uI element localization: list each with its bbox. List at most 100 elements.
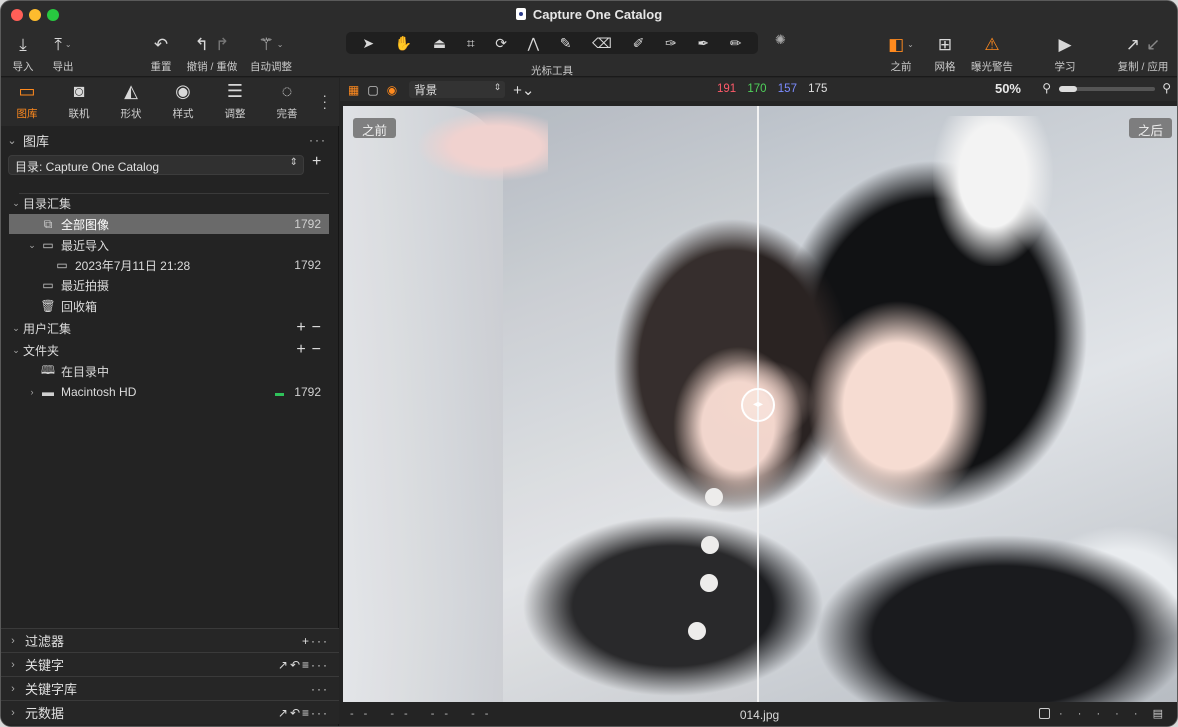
app-window: Capture One Catalog ⤓ 导入 ⤒ ⌄ 导出 ↶ 重置 ↰ ↱ 撤… (0, 0, 1178, 727)
grid-icon: ⊞ (937, 34, 953, 54)
palette-icon: ◉ (175, 81, 191, 101)
chevron-down-icon: ⌄ (907, 39, 914, 49)
camera-icon: ◙ (73, 81, 85, 101)
chevron-right-icon: › (11, 634, 15, 647)
more-options-icon[interactable]: ··· (309, 133, 327, 147)
chevron-down-icon: ⌄ (12, 322, 20, 333)
keyword-library-section[interactable]: › 关键字库 ··· (1, 676, 339, 700)
chevron-down-icon: ⌄ (12, 344, 20, 355)
book-icon: 🕮 (40, 362, 56, 377)
picker-icon[interactable]: ✑ (665, 36, 677, 50)
folder-icon: ▭ (18, 81, 36, 101)
chevron-down-icon: ⌄ (276, 39, 284, 49)
filters-section[interactable]: › 过滤器 +··· (1, 628, 339, 652)
eraser-icon[interactable]: ⌫ (592, 36, 612, 50)
user-collections-header[interactable]: ⌄ 用户汇集 +− (9, 318, 329, 338)
lens-icon: ◭ (124, 81, 138, 101)
cursor-tools-bar: ➤ ✋ ⏏ ⌗ ⟳ ⋀ ✎ ⌫ ✐ ✑ ✒ ✏ (346, 32, 758, 54)
all-images-item[interactable]: ⧉ 全部图像 1792 (9, 214, 329, 234)
trash-item[interactable]: 🗑 回收箱 (9, 296, 329, 316)
rotate-icon[interactable]: ⟳ (495, 36, 507, 50)
zoom-slider[interactable] (1059, 86, 1155, 92)
sliders-icon: ☰ (226, 81, 244, 101)
magic-wand-icon: ⚚ (258, 34, 274, 54)
tab-style[interactable]: ◉ 样式 (157, 82, 209, 121)
main-toolbar: ⤓ 导入 ⤒ ⌄ 导出 ↶ 重置 ↰ ↱ 撤销 / 重做 ⚚ ⌄ 自动调整 ➤ ✋ ⏏… (1, 29, 1177, 77)
chevron-right-icon: › (11, 706, 15, 719)
library-section-header[interactable]: ⌄ 图库 ··· (1, 129, 339, 151)
metadata-section[interactable]: › 元数据 ↗↶≡··· (1, 700, 339, 724)
folder-icon: ▭ (42, 278, 54, 292)
updown-chevron-icon: ⇕ (493, 82, 502, 92)
checkbox-icon[interactable] (1038, 708, 1050, 719)
add-remove-icons[interactable]: +− (296, 341, 327, 359)
folders-header[interactable]: ⌄ 文件夹 +− (9, 340, 329, 360)
in-catalog-item[interactable]: 🕮 在目录中 (9, 361, 329, 381)
before-tag: 之前 (353, 118, 397, 138)
image-viewer[interactable]: ◂▸ 之前 之后 (343, 106, 1177, 702)
macintosh-hd-item[interactable]: › ▬ Macintosh HD 1792 (9, 382, 329, 402)
zoom-level[interactable]: 50% (995, 81, 1021, 96)
single-view-icon[interactable]: ▢ (367, 83, 378, 97)
learn-button[interactable]: ▶ 学习 (1049, 31, 1081, 74)
heal-icon[interactable]: ✐ (633, 36, 645, 50)
chevron-down-icon: ⌄ (64, 39, 72, 49)
add-more-icon[interactable]: +··· (302, 634, 329, 648)
status-bar: -- -- -- -- 014.jpg · · · · · ▤ (340, 703, 1177, 726)
import-button[interactable]: ⤓ 导入 (9, 31, 37, 74)
section-tools-icon[interactable]: ↗↶≡··· (278, 706, 329, 720)
catalog-select[interactable]: 目录: Capture One Catalog ⇕ (8, 155, 304, 175)
window-title: Capture One Catalog (1, 7, 1177, 22)
rgb-l-value: 175 (808, 83, 828, 95)
eye-icon[interactable]: ◉ (387, 83, 397, 97)
brush-icon[interactable]: ✎ (560, 36, 572, 50)
import-date-item[interactable]: ▭ 2023年7月11日 21:28 1792 (9, 255, 329, 275)
tab-tethered[interactable]: ◙ 联机 (53, 82, 105, 121)
background-select[interactable]: 背景 ⇕ (409, 81, 506, 98)
keywords-section[interactable]: › 关键字 ↗↶≡··· (1, 652, 339, 676)
keystone-icon[interactable]: ⋀ (528, 36, 539, 50)
undo-redo-button[interactable]: ↰ ↱ 撤销 / 重做 (183, 31, 241, 74)
chevron-right-icon: › (30, 387, 34, 397)
tab-adjust[interactable]: ☰ 调整 (209, 82, 261, 121)
warning-icon: ⚠ (984, 34, 1000, 54)
select-cursor-icon[interactable]: ➤ (362, 36, 374, 50)
viewer-toolbar: ▦ ▢ ◉ 背景 ⇕ +⌄ 191 170 157 175 50% ⚲ ⚲ (340, 78, 1177, 101)
left-panel: ▭ 图库 ◙ 联机 ◭ 形状 ◉ 样式 ☰ 调整 ◌ 完善 · · · ⌄ 图库… (1, 78, 339, 726)
tab-lens[interactable]: ◭ 形状 (105, 82, 157, 121)
split-handle-icon[interactable]: ◂▸ (741, 388, 775, 422)
chevron-right-icon: › (11, 682, 15, 695)
add-remove-icons[interactable]: +− (296, 319, 327, 337)
add-catalog-icon[interactable]: + (312, 153, 321, 171)
section-tools-icon[interactable]: ↗↶≡··· (278, 658, 329, 672)
copy-apply-button[interactable]: ↗ ↙ 复制 / 应用 (1115, 31, 1171, 74)
export-button[interactable]: ⤒ ⌄ 导出 (43, 31, 83, 74)
updown-chevron-icon: ⇕ (289, 157, 298, 168)
recent-captures-item[interactable]: ▭ 最近拍摄 (9, 275, 329, 295)
zoom-in-icon[interactable]: ⚲ (1162, 81, 1171, 95)
catalog-collections-header[interactable]: ⌄ 目录汇集 (9, 193, 329, 213)
pan-hand-icon[interactable]: ✋ (395, 36, 412, 50)
tab-refine[interactable]: ◌ 完善 (261, 82, 313, 121)
crosshair-icon[interactable]: +⌄ (513, 81, 534, 99)
more-tabs-icon[interactable]: · · · (322, 88, 327, 114)
zoom-out-icon[interactable]: ⚲ (1042, 81, 1051, 95)
tab-library[interactable]: ▭ 图库 (1, 82, 53, 121)
compare-icon: ◧ (888, 34, 905, 54)
auto-adjust-button[interactable]: ⚚ ⌄ 自动调整 (248, 31, 294, 74)
pencil-icon[interactable]: ✏ (730, 36, 742, 50)
annotate-icon[interactable]: ✒ (697, 36, 709, 50)
grid-view-icon[interactable]: ▦ (348, 83, 359, 97)
rating-dots[interactable]: · · · · · ▤ (1038, 707, 1169, 720)
chevron-down-icon: ⌄ (7, 134, 17, 147)
reset-button[interactable]: ↶ 重置 (146, 31, 176, 74)
title-bar: Capture One Catalog (1, 1, 1177, 29)
loupe-icon[interactable]: ⏏ (433, 36, 446, 50)
exposure-warning-button[interactable]: ⚠ 曝光警告 (967, 31, 1017, 74)
recent-imports-item[interactable]: ⌄ ▭ 最近导入 (9, 235, 329, 255)
grid-button[interactable]: ⊞ 网格 (930, 31, 960, 74)
more-options-icon[interactable]: ··· (311, 682, 329, 696)
spinner-icon: ✺ (775, 32, 786, 47)
crop-icon[interactable]: ⌗ (467, 36, 475, 50)
before-compare-button[interactable]: ◧ ⌄ 之前 (878, 31, 924, 74)
